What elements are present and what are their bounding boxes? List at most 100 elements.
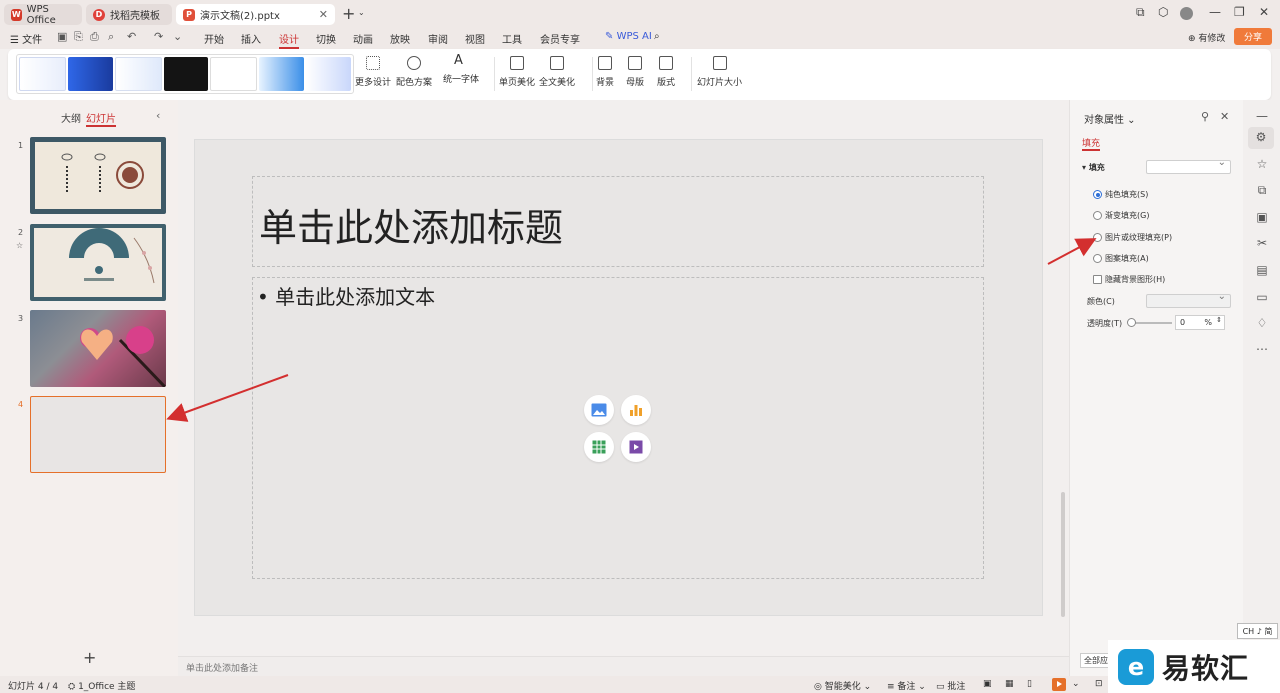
shirt-icon[interactable]: ♢ (1255, 316, 1269, 330)
slide-thumbnail-2[interactable] (30, 224, 166, 301)
unify-font-button[interactable]: A 统一字体 (443, 53, 479, 85)
fill-section-header[interactable]: ▾ 填充 (1082, 162, 1105, 173)
book-icon[interactable]: ▤ (1255, 263, 1269, 277)
radio-solid-fill[interactable] (1093, 190, 1102, 199)
star-icon[interactable]: ☆ (16, 241, 23, 250)
menu-slideshow[interactable]: 放映 (390, 31, 410, 46)
menu-view[interactable]: 视图 (465, 31, 485, 46)
radio-picture-fill[interactable] (1093, 233, 1102, 242)
revise-button[interactable]: ⊕ 有修改 (1188, 31, 1225, 44)
collapse-panel-icon[interactable]: ‹ (156, 109, 160, 122)
more-icon[interactable]: ⋯ (1255, 342, 1269, 356)
slide-sorter-icon[interactable]: ▦ (1005, 679, 1014, 689)
pin-icon[interactable]: ⚲ (1201, 110, 1209, 123)
add-slide-icon[interactable]: + (83, 648, 96, 667)
menu-insert[interactable]: 插入 (241, 31, 261, 46)
full-beautify-button[interactable]: 全文美化 (539, 56, 575, 88)
theme-thumb[interactable] (210, 57, 258, 91)
tab-template[interactable]: D 找稻壳模板 (86, 4, 172, 25)
tab-outline[interactable]: 大纲 (61, 110, 81, 125)
search-icon[interactable]: ⌕ (654, 31, 660, 42)
print-icon[interactable]: ⎙ (90, 30, 99, 44)
play-slideshow-button[interactable] (1052, 678, 1066, 691)
insert-video-icon[interactable] (621, 432, 651, 462)
theme-thumb[interactable] (306, 57, 352, 91)
notes-button[interactable]: ≡ 备注 ⌄ (887, 679, 926, 692)
menu-tools[interactable]: 工具 (502, 31, 522, 46)
insert-chart-icon[interactable] (621, 395, 651, 425)
menu-review[interactable]: 审阅 (428, 31, 448, 46)
layout-button[interactable]: 版式 (657, 56, 675, 88)
master-button[interactable]: 母版 (626, 56, 644, 88)
slide-thumbnail-4[interactable] (30, 396, 166, 473)
transparency-slider-track[interactable] (1130, 322, 1172, 324)
slide-size-button[interactable]: 幻灯片大小 (697, 56, 742, 88)
menu-member[interactable]: 会员专享 (540, 31, 580, 46)
menu-animation[interactable]: 动画 (353, 31, 373, 46)
background-button[interactable]: 背景 (596, 56, 614, 88)
transparency-slider-handle[interactable] (1127, 318, 1136, 327)
slide-thumbnail-3[interactable] (30, 310, 166, 387)
preview-icon[interactable]: ⌕ (108, 30, 114, 44)
body-placeholder[interactable]: • 单击此处添加文本 (252, 277, 984, 579)
radio-gradient-fill[interactable] (1093, 211, 1102, 220)
share-button[interactable]: 分享 (1234, 28, 1272, 45)
ime-indicator[interactable]: CH ♪ 简 (1237, 623, 1278, 639)
properties-icon[interactable]: ⚙ (1248, 127, 1274, 149)
reading-view-icon[interactable]: ▯ (1027, 679, 1032, 689)
smart-beautify-button[interactable]: ◎ 智能美化 ⌄ (814, 679, 871, 692)
window-layout-icon[interactable]: ⧉ (1136, 5, 1145, 20)
notes-area[interactable]: 单击此处添加备注 (178, 656, 1069, 676)
minimize-icon[interactable]: — (1209, 5, 1221, 19)
color-select[interactable] (1146, 291, 1231, 308)
save-icon[interactable]: ▣ (57, 30, 67, 43)
export-icon[interactable]: ⎘ (74, 30, 83, 44)
menu-wps-ai[interactable]: ✎ WPS AI (605, 31, 652, 42)
normal-view-icon[interactable]: ▣ (983, 679, 992, 689)
insert-picture-icon[interactable] (584, 395, 614, 425)
tab-wps-office[interactable]: W WPS Office (4, 4, 82, 26)
minimize-panel-icon[interactable]: — (1255, 109, 1269, 123)
play-chevron-icon[interactable]: ⌄ (1072, 679, 1080, 689)
image-tool-icon[interactable]: ▣ (1255, 210, 1269, 224)
close-panel-icon[interactable]: ✕ (1220, 110, 1229, 123)
menu-transition[interactable]: 切换 (316, 31, 336, 46)
star-effect-icon[interactable]: ☆ (1255, 157, 1269, 171)
radio-pattern-fill[interactable] (1093, 254, 1102, 263)
more-design-button[interactable]: 更多设计 (355, 56, 391, 88)
tools-icon[interactable]: ✂ (1255, 236, 1269, 250)
theme-thumb[interactable] (67, 57, 113, 91)
copy-icon[interactable]: ⧉ (1255, 183, 1269, 198)
theme-thumb[interactable] (259, 57, 305, 91)
undo-icon[interactable]: ↶ (127, 30, 136, 43)
tab-document[interactable]: P 演示文稿(2).pptx ✕ (176, 4, 335, 25)
title-placeholder[interactable]: 单击此处添加标题 (252, 176, 984, 267)
properties-title[interactable]: 对象属性 ⌄ (1084, 111, 1136, 126)
tab-fill[interactable]: 填充 (1082, 136, 1101, 151)
theme-name[interactable]: ⛭ 1_Office 主题 (68, 679, 135, 692)
more-chevron-icon[interactable]: ⌄ (173, 30, 182, 43)
slide-thumbnail-1[interactable] (30, 137, 166, 214)
theme-thumb[interactable] (19, 57, 66, 91)
menu-file[interactable]: ☰ 文件 (10, 31, 42, 46)
menu-design[interactable]: 设计 (279, 31, 299, 49)
chevron-down-icon[interactable]: ⌄ (358, 8, 365, 17)
close-window-icon[interactable]: ✕ (1259, 5, 1269, 19)
cube-icon[interactable]: ⬡ (1158, 5, 1168, 19)
stepper-icon[interactable]: ⇕ (1216, 316, 1222, 324)
tab-slides[interactable]: 幻灯片 (86, 110, 116, 127)
theme-thumb[interactable] (163, 57, 209, 91)
redo-icon[interactable]: ↷ (154, 30, 163, 43)
comments-button[interactable]: ▭ 批注 (936, 679, 965, 692)
restore-icon[interactable]: ❐ (1234, 5, 1245, 19)
color-scheme-button[interactable]: 配色方案 (396, 56, 432, 88)
vertical-scrollbar[interactable] (1061, 492, 1065, 617)
insert-table-icon[interactable] (584, 432, 614, 462)
hide-background-checkbox[interactable] (1093, 275, 1102, 284)
menu-home[interactable]: 开始 (204, 31, 224, 46)
page-beautify-button[interactable]: 单页美化 (499, 56, 535, 88)
avatar[interactable] (1180, 7, 1193, 20)
template-icon[interactable]: ▭ (1255, 290, 1269, 304)
transparency-input[interactable]: 0% ⇕ (1175, 315, 1225, 330)
new-tab-icon[interactable]: + (342, 4, 355, 23)
